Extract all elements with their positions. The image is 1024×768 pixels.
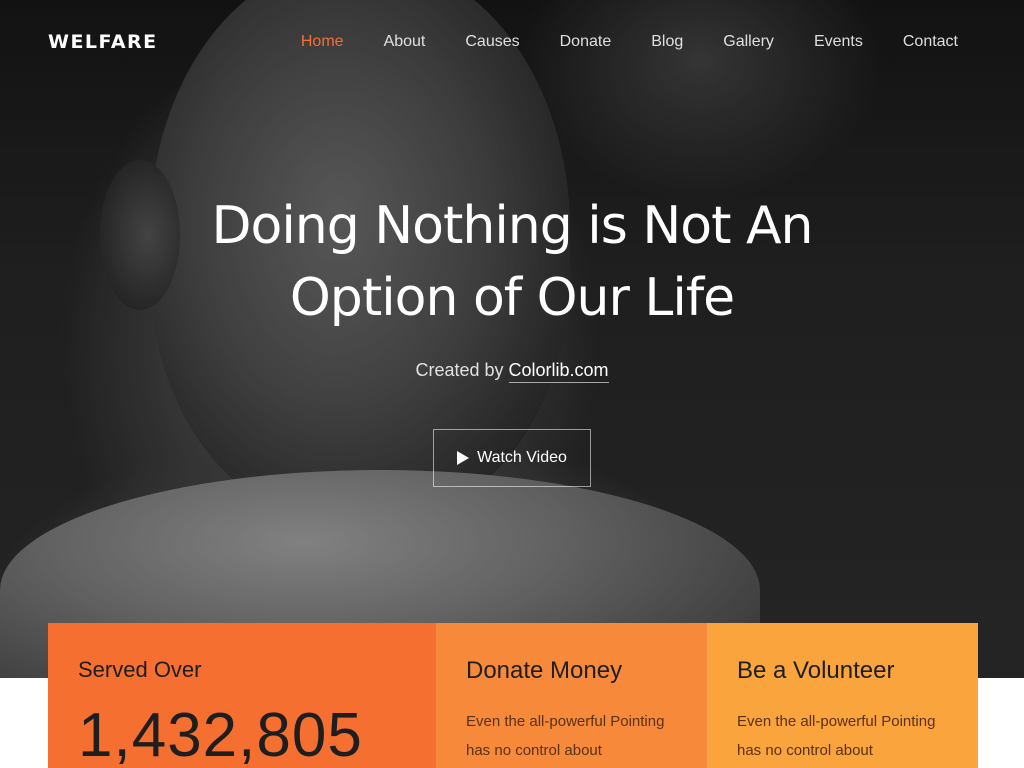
watch-video-label: Watch Video	[477, 449, 567, 466]
hero-subtitle-prefix: Created by	[415, 360, 509, 380]
card-text: Even the all-powerful Pointing has no co…	[466, 713, 665, 759]
nav-item-contact[interactable]: Contact	[903, 33, 958, 51]
nav-item-about[interactable]: About	[384, 33, 426, 51]
nav-item-blog[interactable]: Blog	[651, 33, 683, 51]
card-title[interactable]: Be a Volunteer	[737, 657, 948, 685]
nav-item-home[interactable]: Home	[301, 33, 344, 51]
served-over-card: Served Over 1,432,805	[48, 623, 436, 768]
nav-item-gallery[interactable]: Gallery	[723, 33, 774, 51]
served-count: 1,432,805	[78, 701, 363, 768]
hero-title: Doing Nothing is Not An Option of Our Li…	[211, 196, 813, 328]
navbar: WELFARE Home About Causes Donate Blog Ga…	[0, 0, 1024, 88]
nav-item-donate[interactable]: Donate	[560, 33, 612, 51]
donate-money-card[interactable]: Donate Money Even the all-powerful Point…	[436, 623, 707, 768]
volunteer-card[interactable]: Be a Volunteer Even the all-powerful Poi…	[707, 623, 978, 768]
nav-item-events[interactable]: Events	[814, 33, 863, 51]
card-title[interactable]: Donate Money	[466, 657, 677, 685]
feature-cards: Served Over 1,432,805 Donate Money Even …	[48, 623, 978, 768]
colorlib-link[interactable]: Colorlib.com	[508, 360, 609, 383]
card-title: Served Over	[78, 657, 202, 682]
hero-content: Doing Nothing is Not An Option of Our Li…	[0, 190, 1024, 487]
nav-menu: Home About Causes Donate Blog Gallery Ev…	[261, 33, 958, 51]
play-icon	[457, 451, 470, 465]
brand-logo[interactable]: WELFARE	[48, 31, 158, 53]
card-text: Even the all-powerful Pointing has no co…	[737, 713, 936, 759]
hero-subtitle: Created by Colorlib.com	[0, 360, 1024, 383]
watch-video-button[interactable]: Watch Video	[433, 429, 591, 487]
nav-item-causes[interactable]: Causes	[465, 33, 519, 51]
